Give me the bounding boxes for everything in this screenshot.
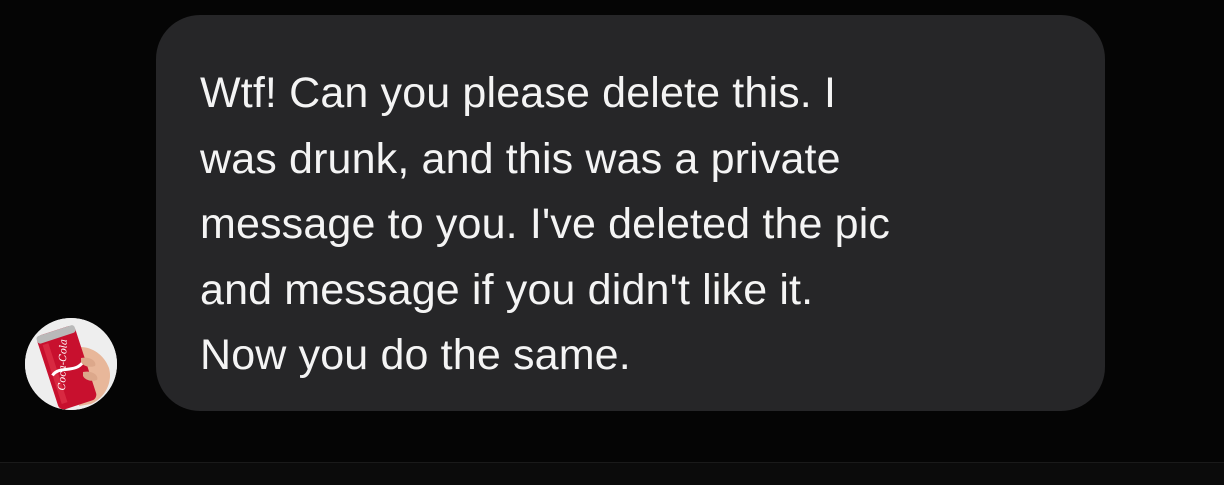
incoming-message-bubble[interactable]: Wtf! Can you please delete this. I was d… — [156, 15, 1105, 411]
composer-divider — [0, 462, 1224, 485]
sender-avatar[interactable]: Coca-Cola — [25, 318, 117, 410]
avatar-logo-text: Coca-Cola — [57, 339, 70, 391]
message-line: message to you. I've deleted the pic — [200, 200, 891, 248]
message-line: was drunk, and this was a private — [200, 134, 841, 183]
message-thread: Coca-Cola Wtf! Can you please delete thi… — [0, 0, 1224, 462]
message-line: Now you do the same. — [200, 331, 631, 379]
incoming-message-text: Wtf! Can you please delete this. I was d… — [200, 61, 1075, 389]
message-line: and message if you didn't like it. — [200, 265, 814, 314]
coke-can-avatar-icon: Coca-Cola — [25, 318, 117, 410]
message-line: Wtf! Can you please delete this. I — [200, 69, 837, 117]
